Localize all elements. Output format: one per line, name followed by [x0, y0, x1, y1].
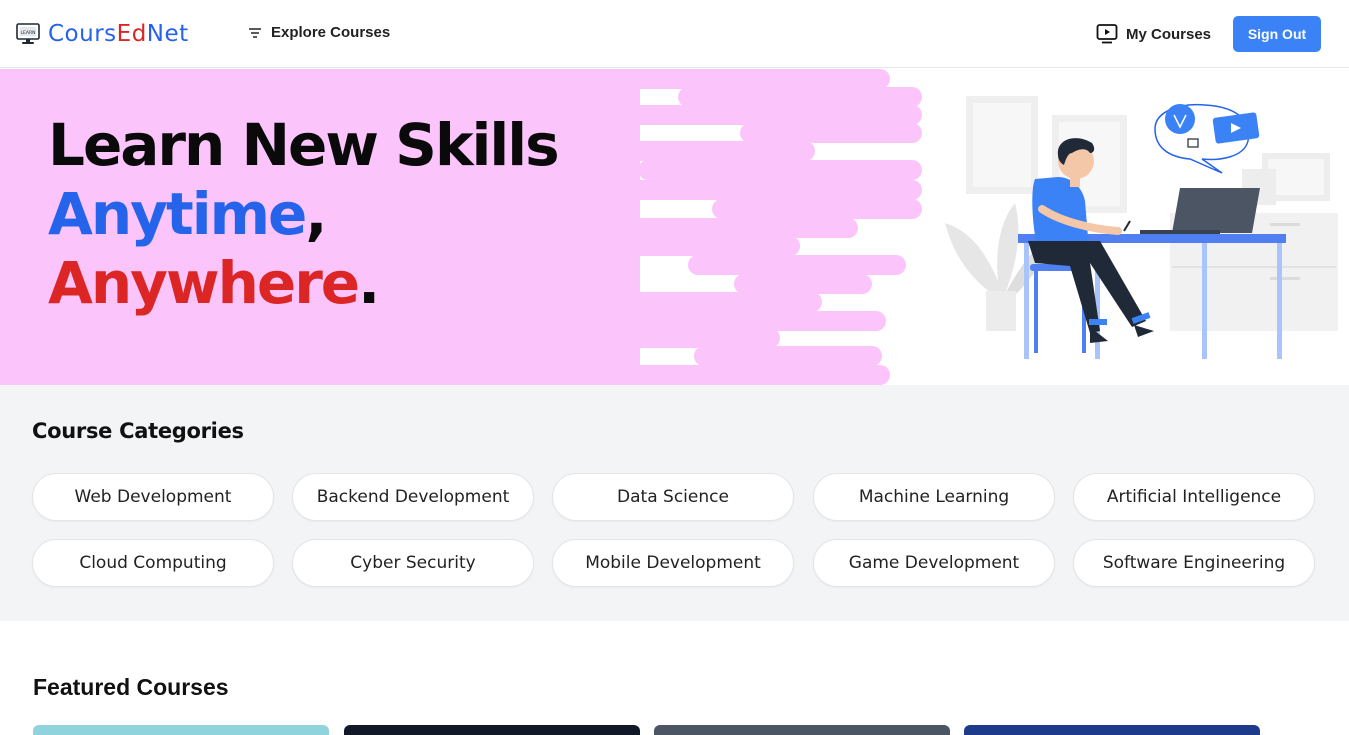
student-laptop-illustration	[945, 96, 1338, 359]
my-courses-link[interactable]: My Courses	[1096, 23, 1211, 45]
brand-logo[interactable]: LEARN CoursEdNet	[16, 21, 189, 47]
featured-course-card[interactable]	[654, 725, 950, 735]
brand-name: CoursEdNet	[48, 21, 189, 47]
featured-courses-title: Featured Courses	[33, 674, 229, 700]
category-web-development[interactable]: Web Development	[32, 473, 274, 521]
category-cyber-security[interactable]: Cyber Security	[292, 539, 534, 587]
explore-courses-menu[interactable]: Explore Courses	[247, 24, 390, 41]
category-backend-development[interactable]: Backend Development	[292, 473, 534, 521]
category-artificial-intelligence[interactable]: Artificial Intelligence	[1073, 473, 1315, 521]
play-screen-icon	[1096, 24, 1118, 44]
hero-line-1: Learn New Skills	[48, 111, 560, 179]
hero-anywhere: Anywhere	[48, 249, 360, 317]
my-courses-label: My Courses	[1126, 25, 1212, 43]
top-navbar: LEARN CoursEdNet Explore Courses My Cour…	[0, 0, 1349, 68]
category-mobile-development[interactable]: Mobile Development	[552, 539, 794, 587]
category-cloud-computing[interactable]: Cloud Computing	[32, 539, 274, 587]
category-data-science[interactable]: Data Science	[552, 473, 794, 521]
category-software-engineering[interactable]: Software Engineering	[1073, 539, 1315, 587]
category-machine-learning[interactable]: Machine Learning	[813, 473, 1055, 521]
svg-text:LEARN: LEARN	[21, 30, 36, 36]
filter-lines-icon	[249, 27, 261, 38]
course-categories-title: Course Categories	[32, 419, 244, 443]
featured-course-card[interactable]	[964, 725, 1260, 735]
hero-anytime: Anytime	[48, 180, 307, 248]
featured-course-card[interactable]	[33, 725, 329, 735]
monitor-logo-icon: LEARN	[16, 23, 40, 44]
sign-out-button[interactable]: Sign Out	[1233, 16, 1321, 52]
hero-headline: Learn New Skills Anytime, Anywhere.	[48, 111, 560, 317]
category-game-development[interactable]: Game Development	[813, 539, 1055, 587]
featured-course-card[interactable]	[344, 725, 640, 735]
course-categories-section: Course Categories Web Development Backen…	[0, 385, 1349, 621]
hero-banner: Learn New Skills Anytime, Anywhere.	[0, 69, 1349, 385]
explore-courses-label: Explore Courses	[271, 24, 391, 41]
